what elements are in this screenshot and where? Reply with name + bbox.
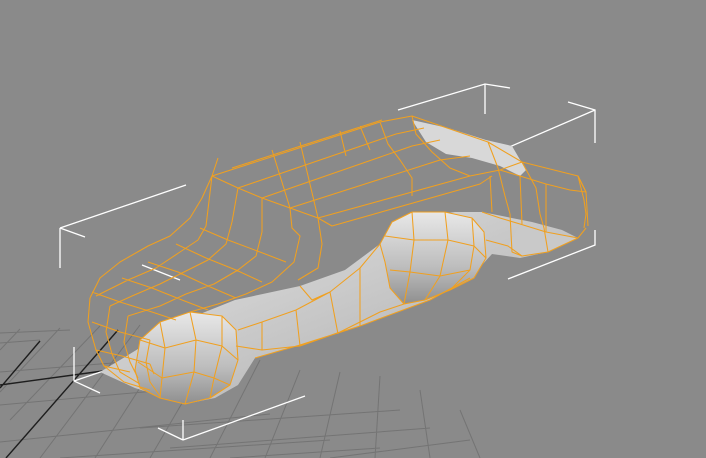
car-shaded-surface: [100, 120, 578, 404]
viewport-canvas[interactable]: [0, 0, 706, 458]
roof-wireframe: [211, 115, 587, 229]
perspective-viewport[interactable]: [0, 0, 706, 458]
grid-axis-lines: [0, 329, 119, 458]
